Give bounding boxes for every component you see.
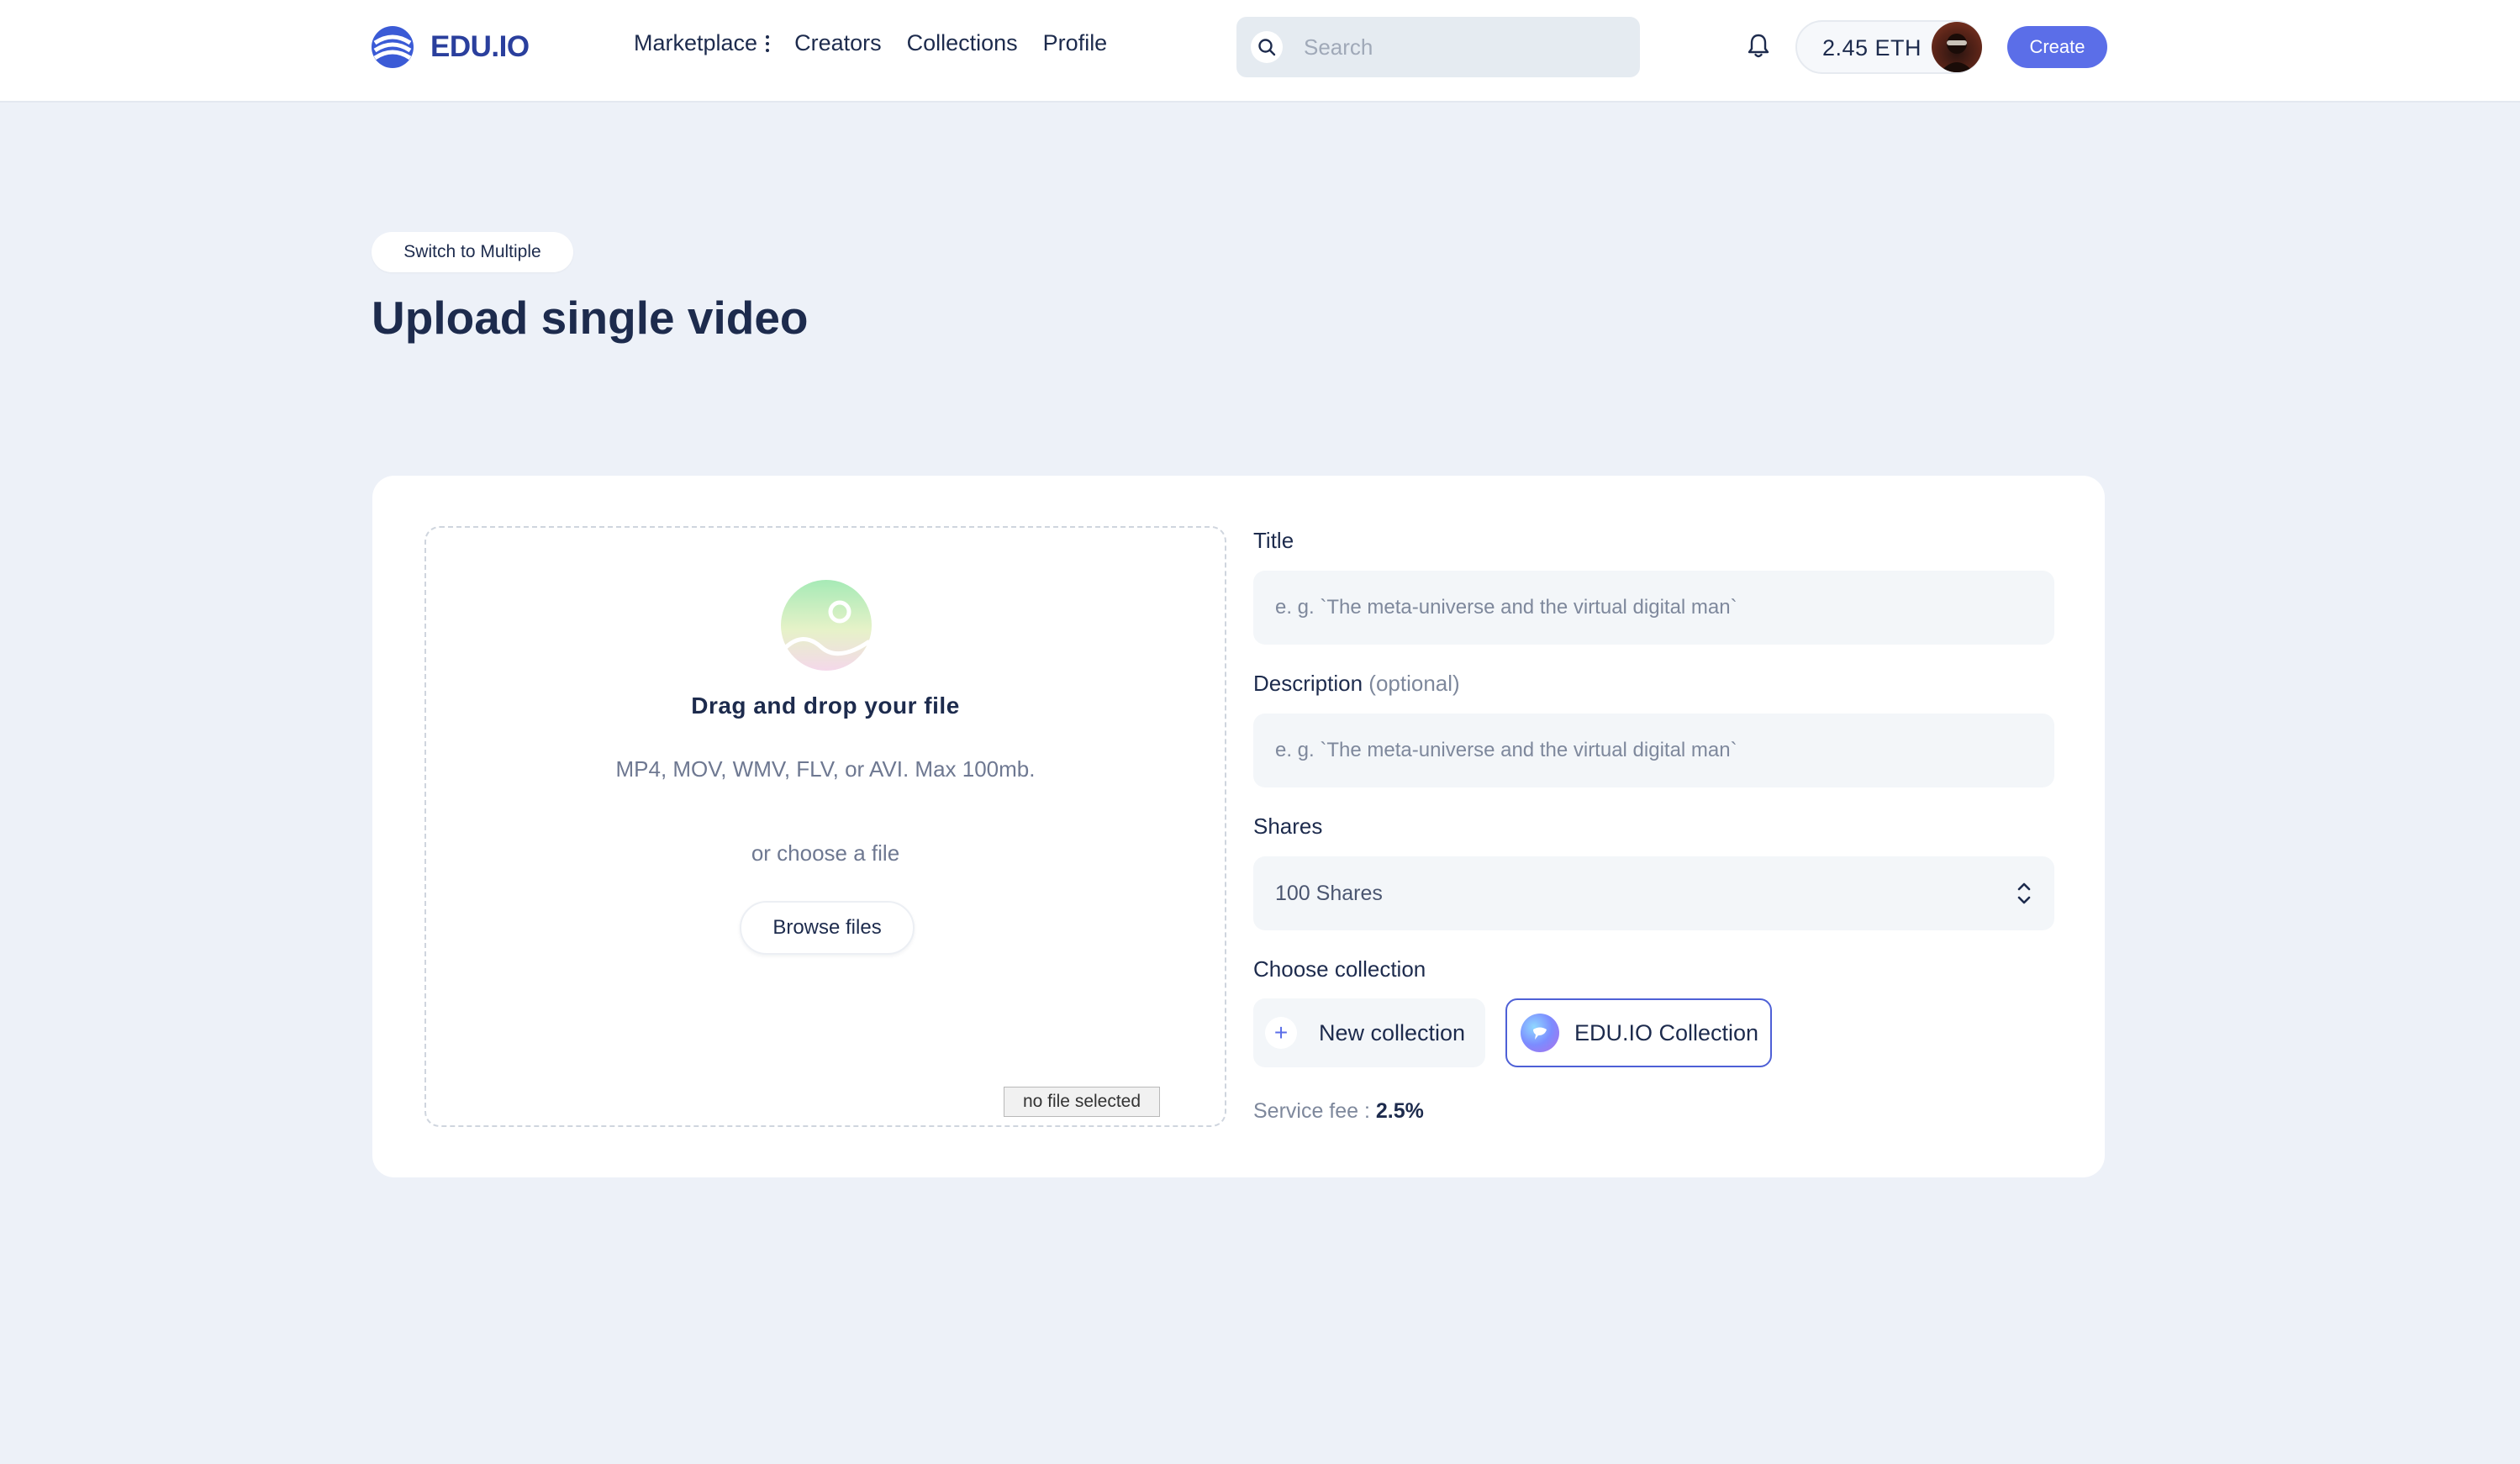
service-fee: Service fee : 2.5% xyxy=(1253,1099,1424,1124)
main-nav: Marketplace Creators Collections Profile xyxy=(634,30,1132,56)
create-button[interactable]: Create xyxy=(2007,26,2107,68)
nav-item-label: Profile xyxy=(1042,30,1108,55)
edu-collection-label: EDU.IO Collection xyxy=(1574,1019,1759,1045)
description-label: Description (optional) xyxy=(1253,671,1460,697)
nav-item-creators[interactable]: Creators xyxy=(794,30,882,56)
description-input[interactable] xyxy=(1253,714,2054,787)
dropzone-formats: MP4, MOV, WMV, FLV, or AVI. Max 100mb. xyxy=(615,756,1036,782)
description-label-text: Description xyxy=(1253,671,1363,696)
chevron-updown-icon xyxy=(2017,882,2031,904)
title-input[interactable] xyxy=(1253,571,2054,645)
new-collection-button[interactable]: + New collection xyxy=(1253,998,1485,1067)
service-fee-value: 2.5% xyxy=(1375,1099,1424,1123)
wallet-balance: 2.45 ETH xyxy=(1822,35,1922,61)
menu-dots-icon[interactable] xyxy=(766,34,770,52)
edu-collection-option[interactable]: EDU.IO Collection xyxy=(1505,998,1772,1067)
shares-select-value: 100 Shares xyxy=(1275,882,1383,905)
nav-item-label: Creators xyxy=(794,30,882,55)
nav-item-label: Collections xyxy=(906,30,1018,55)
logo-icon xyxy=(372,26,414,68)
choose-collection-label: Choose collection xyxy=(1253,956,1426,982)
logo-text: EDU.IO xyxy=(430,30,530,63)
avatar[interactable] xyxy=(1932,22,1982,72)
file-dropzone[interactable]: Drag and drop your file MP4, MOV, WMV, F… xyxy=(424,526,1226,1127)
dropzone-title: Drag and drop your file xyxy=(691,693,960,719)
search-input[interactable] xyxy=(1304,17,1623,77)
new-collection-label: New collection xyxy=(1319,1019,1466,1045)
shares-label: Shares xyxy=(1253,814,1323,839)
nav-item-collections[interactable]: Collections xyxy=(907,30,1018,56)
dropzone-or-text: or choose a file xyxy=(751,840,900,866)
nav-item-profile[interactable]: Profile xyxy=(1043,30,1108,56)
page-title: Upload single video xyxy=(372,292,809,344)
plus-icon: + xyxy=(1265,1017,1297,1049)
search-icon xyxy=(1251,31,1283,63)
file-input-status[interactable]: no file selected xyxy=(1004,1087,1160,1117)
search-bar[interactable] xyxy=(1236,17,1640,77)
browse-files-button[interactable]: Browse files xyxy=(740,901,915,955)
bell-icon[interactable] xyxy=(1747,32,1770,59)
shares-select[interactable]: 100 Shares xyxy=(1253,856,2054,930)
nav-item-label: Marketplace xyxy=(634,30,758,55)
service-fee-label: Service fee : xyxy=(1253,1099,1370,1123)
title-label: Title xyxy=(1253,528,1294,553)
image-icon xyxy=(781,580,872,671)
upload-card: Drag and drop your file MP4, MOV, WMV, F… xyxy=(372,476,2105,1177)
nav-item-marketplace[interactable]: Marketplace xyxy=(634,30,770,56)
logo[interactable]: EDU.IO xyxy=(370,23,530,71)
collection-icon xyxy=(1521,1014,1559,1052)
top-header: EDU.IO Marketplace Creators Collections … xyxy=(0,0,2520,103)
switch-to-multiple-button[interactable]: Switch to Multiple xyxy=(372,232,573,272)
description-optional: (optional) xyxy=(1368,671,1460,696)
